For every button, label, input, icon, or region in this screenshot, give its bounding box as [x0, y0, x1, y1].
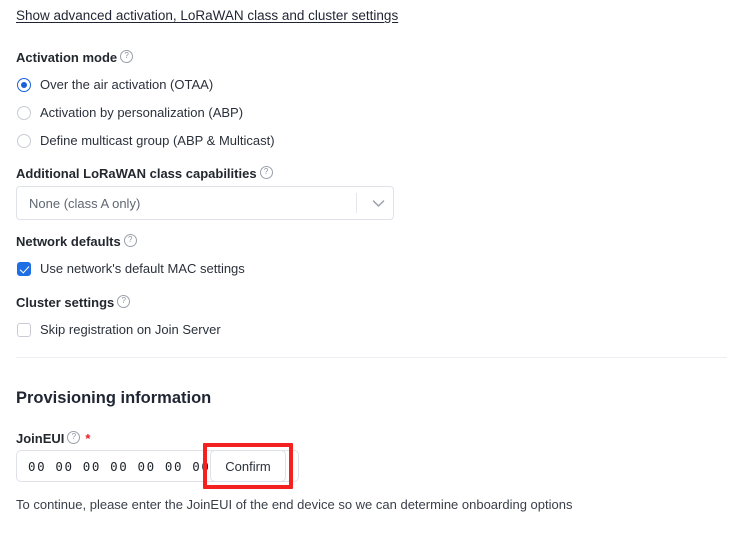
activation-mode-label: Activation mode ?	[16, 50, 134, 65]
radio-indicator[interactable]	[17, 77, 31, 92]
joineui-label-text: JoinEUI	[16, 431, 65, 446]
checkbox-label: Use network's default MAC settings	[40, 261, 245, 276]
checkbox-skip-join-server-registration[interactable]: Skip registration on Join Server	[17, 322, 221, 337]
cluster-settings-label-text: Cluster settings	[16, 295, 115, 310]
show-advanced-settings-link[interactable]: Show advanced activation, LoRaWAN class …	[16, 8, 398, 23]
confirm-button[interactable]: Confirm	[210, 450, 286, 482]
radio-label: Activation by personalization (ABP)	[40, 105, 244, 120]
radio-option-otaa[interactable]: Over the air activation (OTAA)	[17, 77, 213, 92]
network-defaults-label: Network defaults ?	[16, 234, 137, 249]
network-defaults-label-text: Network defaults	[16, 234, 121, 249]
checkbox-indicator[interactable]	[17, 322, 31, 337]
radio-option-multicast[interactable]: Define multicast group (ABP & Multicast)	[17, 133, 275, 148]
provisioning-information-title: Provisioning information	[16, 389, 212, 407]
help-icon[interactable]: ?	[67, 431, 81, 444]
class-capabilities-label: Additional LoRaWAN class capabilities ?	[16, 166, 273, 181]
radio-label: Define multicast group (ABP & Multicast)	[40, 133, 275, 148]
device-registration-form: Show advanced activation, LoRaWAN class …	[0, 0, 743, 538]
activation-mode-label-text: Activation mode	[16, 50, 118, 65]
radio-option-abp[interactable]: Activation by personalization (ABP)	[17, 105, 243, 120]
class-capabilities-select[interactable]: None (class A only)	[16, 186, 394, 220]
help-icon[interactable]: ?	[123, 234, 137, 247]
radio-indicator[interactable]	[17, 133, 31, 148]
radio-indicator[interactable]	[17, 105, 31, 120]
help-icon[interactable]: ?	[259, 166, 273, 179]
checkbox-use-network-defaults[interactable]: Use network's default MAC settings	[17, 261, 245, 276]
joineui-helper-text: To continue, please enter the JoinEUI of…	[16, 497, 573, 512]
radio-label: Over the air activation (OTAA)	[40, 77, 214, 92]
joineui-label: JoinEUI ? *	[16, 431, 90, 446]
class-capabilities-label-text: Additional LoRaWAN class capabilities	[16, 166, 257, 181]
select-value: None (class A only)	[29, 195, 141, 211]
joineui-input-value: 00 00 00 00 00 00 00 00	[28, 458, 238, 474]
help-icon[interactable]: ?	[120, 50, 134, 63]
required-marker: *	[85, 431, 91, 446]
help-icon[interactable]: ?	[117, 295, 131, 308]
checkbox-indicator[interactable]	[17, 261, 31, 276]
cluster-settings-label: Cluster settings ?	[16, 295, 131, 310]
select-separator	[356, 193, 357, 213]
section-divider	[16, 357, 727, 358]
chevron-down-icon[interactable]	[367, 199, 389, 208]
checkbox-label: Skip registration on Join Server	[40, 322, 221, 337]
